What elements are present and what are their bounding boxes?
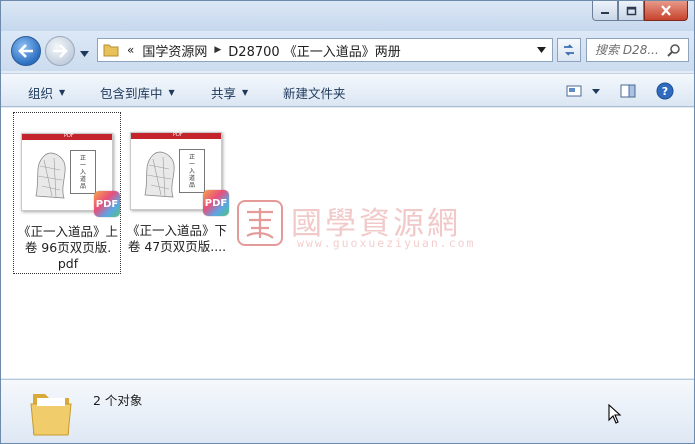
details-pane: 2 个对象 — [1, 379, 694, 443]
file-item[interactable]: PDF 正一入道品 PDF 《正一入道品》下 卷 47页双页版.... — [123, 112, 231, 274]
new-folder-button[interactable]: 新建文件夹 — [283, 83, 346, 102]
breadcrumb-item[interactable]: 国学资源网 — [142, 41, 207, 60]
file-name: 《正一入道品》下 卷 47页双页版.... — [123, 223, 231, 255]
thumbnail-title: 正一入道品 — [80, 155, 87, 190]
watermark-url: www.guoxueziyuan.com — [297, 236, 476, 250]
forward-button[interactable] — [45, 36, 75, 66]
breadcrumb-separator-icon[interactable]: ▶ — [214, 45, 221, 55]
share-button[interactable]: 共享 ▼ — [211, 83, 248, 102]
minimize-icon — [601, 11, 609, 14]
view-icon — [566, 85, 582, 97]
thumbnail-title: 正一入道品 — [189, 154, 196, 189]
chevron-down-icon — [592, 88, 600, 94]
file-name-line: 卷 47页双页版.... — [127, 239, 227, 254]
address-overflow[interactable]: « — [127, 43, 134, 57]
preview-pane-button[interactable] — [616, 80, 640, 102]
close-icon — [661, 5, 671, 16]
thumbnail-header: PDF — [22, 133, 112, 140]
thumbnail-header-label: PDF — [64, 133, 74, 139]
thumbnail-header: PDF — [131, 132, 221, 139]
file-name: 《正一入道品》上 卷 96页双页版. pdf — [14, 224, 122, 272]
address-row: « 国学资源网 ▶ D28700 《正一入道品》两册 — [1, 31, 694, 71]
title-bar — [1, 1, 694, 31]
thumbnail-page: 正一入道品 — [179, 149, 205, 193]
chevron-down-icon — [80, 51, 89, 57]
search-input[interactable] — [587, 43, 667, 57]
chevron-down-icon: ▼ — [242, 88, 249, 97]
preview-pane-icon — [620, 84, 636, 98]
organize-label: 组织 — [28, 86, 54, 101]
address-bar[interactable]: « 国学资源网 ▶ D28700 《正一入道品》两册 — [97, 38, 553, 62]
svg-text:?: ? — [662, 85, 668, 98]
file-list[interactable]: PDF 正一入道品 PDF 《正一入道品》上 卷 96页双页版. pdf PDF — [1, 108, 694, 378]
file-item[interactable]: PDF 正一入道品 PDF 《正一入道品》上 卷 96页双页版. pdf — [13, 112, 121, 274]
recent-pages-dropdown[interactable] — [80, 46, 89, 60]
illustration-icon — [144, 151, 175, 198]
share-label: 共享 — [211, 86, 237, 101]
cursor-icon — [608, 404, 622, 424]
watermark: 國學資源網 www.guoxueziyuan.com — [237, 198, 473, 258]
file-name-line: pdf — [57, 256, 79, 271]
window-controls — [592, 1, 688, 21]
thumbnail-page: 正一入道品 — [70, 150, 96, 194]
chevron-down-icon: ▼ — [168, 88, 175, 97]
search-box[interactable] — [586, 38, 689, 62]
file-name-line: 《正一入道品》下 — [126, 223, 227, 238]
forward-arrow-icon — [53, 44, 68, 58]
organize-button[interactable]: 组织 ▼ — [28, 83, 65, 102]
folder-icon — [103, 44, 119, 57]
pdf-icon: PDF — [203, 190, 229, 216]
help-button[interactable]: ? — [653, 80, 677, 102]
item-count: 2 个对象 — [93, 393, 143, 408]
back-arrow-icon — [18, 44, 33, 58]
maximize-icon — [626, 6, 636, 15]
breadcrumb: 国学资源网 ▶ D28700 《正一入道品》两册 — [142, 41, 400, 60]
include-library-button[interactable]: 包含到库中 ▼ — [100, 83, 175, 102]
view-options-dropdown[interactable] — [584, 80, 608, 102]
command-bar: 组织 ▼ 包含到库中 ▼ 共享 ▼ 新建文件夹 ? — [1, 73, 694, 107]
minimize-button[interactable] — [592, 1, 618, 21]
breadcrumb-item[interactable]: D28700 《正一入道品》两册 — [228, 41, 401, 60]
maximize-button[interactable] — [618, 1, 644, 21]
chevron-down-icon: ▼ — [59, 88, 66, 97]
pdf-icon: PDF — [94, 191, 120, 217]
watermark-seal-icon — [237, 200, 283, 246]
close-button[interactable] — [644, 1, 688, 21]
file-name-line: 卷 96页双页版. — [24, 240, 112, 255]
refresh-button[interactable] — [557, 38, 581, 62]
thumbnail-header-label: PDF — [173, 132, 183, 138]
change-view-button[interactable] — [562, 80, 586, 102]
back-button[interactable] — [11, 36, 41, 66]
include-library-label: 包含到库中 — [100, 86, 163, 101]
new-folder-label: 新建文件夹 — [283, 86, 346, 101]
address-dropdown-icon[interactable] — [537, 47, 546, 53]
refresh-icon — [564, 44, 574, 56]
search-icon[interactable] — [667, 43, 681, 57]
help-icon: ? — [656, 82, 674, 100]
folder-icon — [30, 394, 72, 436]
explorer-window: « 国学资源网 ▶ D28700 《正一入道品》两册 组织 ▼ 包含到库中 ▼ 共享… — [0, 0, 695, 444]
illustration-icon — [35, 152, 66, 199]
file-name-line: 《正一入道品》上 — [17, 224, 118, 239]
